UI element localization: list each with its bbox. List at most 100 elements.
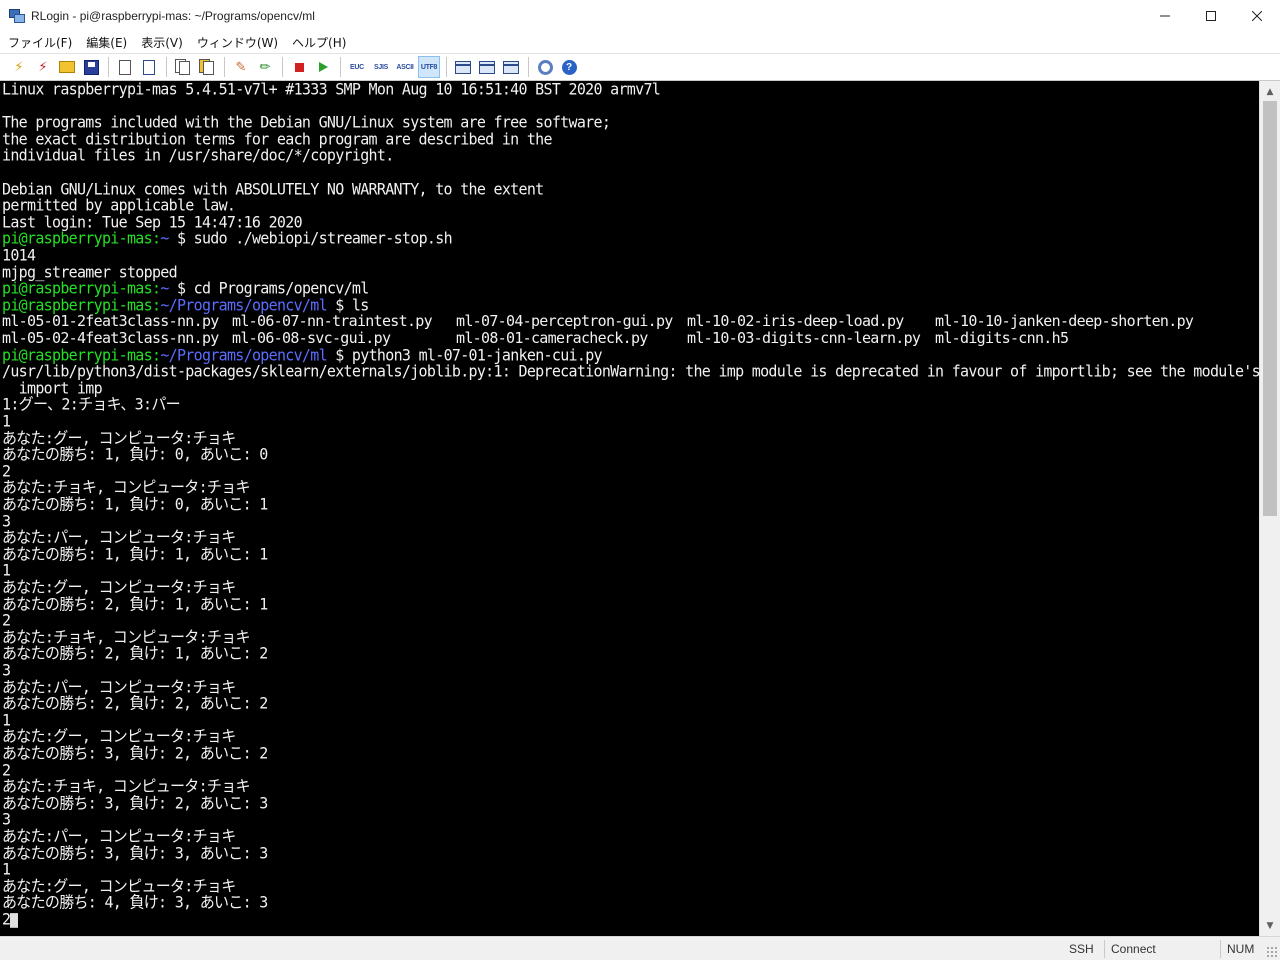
scroll-down-arrow-icon[interactable]: ▼ (1260, 917, 1280, 934)
new-button[interactable] (114, 56, 136, 78)
save-button[interactable] (80, 56, 102, 78)
toolbar: ⚡ ⚡ ✎ ✏ EUC SJIS ASCII UTF8 ? (0, 53, 1280, 81)
toolbar-separator (282, 57, 284, 77)
toolbar-separator (166, 57, 168, 77)
output-line: あなたの勝ち: 2, 負け: 2, あいこ: 2 (2, 695, 268, 713)
output-line: individual files in /usr/share/doc/*/cop… (2, 147, 394, 165)
output-line: あなたの勝ち: 2, 負け: 1, あいこ: 1 (2, 594, 268, 614)
menu-file[interactable]: ファイル(F) (3, 34, 77, 51)
line-text: あなたの勝ち: 3, 負け: 2, あいこ: 2 (2, 743, 268, 763)
edit-button[interactable]: ✏ (254, 56, 276, 78)
output-line: あなたの勝ち: 3, 負け: 2, あいこ: 3 (2, 793, 268, 813)
help-button[interactable]: ? (558, 56, 580, 78)
play-icon (318, 62, 328, 72)
minimize-button[interactable] (1142, 0, 1188, 32)
layout-button-3[interactable] (500, 56, 522, 78)
toolbar-separator (528, 57, 530, 77)
window-layout-icon (455, 60, 471, 74)
scroll-up-arrow-icon[interactable]: ▲ (1260, 83, 1280, 100)
layout-button-2[interactable] (476, 56, 498, 78)
window-tile-icon (503, 60, 519, 74)
toolbar-separator (108, 57, 110, 77)
menu-window[interactable]: ウィンドウ(W) (192, 34, 283, 51)
line-text: あなたの勝ち: 1, 負け: 0, あいこ: 1 (2, 494, 268, 514)
window-controls (1142, 0, 1280, 32)
status-connection: Connect (1104, 940, 1214, 958)
print-button[interactable] (138, 56, 160, 78)
ls-entry: ml-10-03-digits-cnn-learn.py (687, 329, 921, 347)
encoding-euc-button[interactable]: EUC (346, 56, 368, 78)
connect-button[interactable]: ⚡ (8, 56, 30, 78)
output-line: 1:グー、2:チョキ、3:パー (2, 395, 181, 415)
line-text: あなたの勝ち: 2, 負け: 2, あいこ: 2 (2, 694, 268, 714)
output-line: あなたの勝ち: 4, 負け: 3, あいこ: 3 (2, 894, 268, 912)
line-text: あなたの勝ち: 1, 負け: 0, あいこ: 0 (2, 445, 268, 465)
disconnect-button[interactable]: ⚡ (32, 56, 54, 78)
output-line: あなたの勝ち: 1, 負け: 0, あいこ: 1 (2, 494, 268, 514)
help-icon: ? (561, 59, 577, 75)
window-title: RLogin - pi@raspberrypi-mas: ~/Programs/… (31, 9, 315, 23)
line-text: あなたの勝ち: 2, 負け: 1, あいこ: 1 (2, 594, 268, 614)
menu-edit[interactable]: 編集(E) (81, 34, 132, 51)
stop-button[interactable] (288, 56, 310, 78)
encoding-sjis-label: SJIS (374, 63, 388, 71)
ls-entry: ml-10-10-janken-deep-shorten.py (935, 312, 1194, 331)
status-protocol: SSH (1069, 942, 1094, 956)
copy-button[interactable] (172, 56, 194, 78)
minimize-icon (1160, 15, 1170, 17)
output-line: あなたの勝ち: 3, 負け: 3, あいこ: 3 (2, 843, 268, 863)
close-button[interactable] (1234, 0, 1280, 32)
output-line: あなたの勝ち: 3, 負け: 2, あいこ: 2 (2, 743, 268, 763)
output-line: あなたの勝ち: 1, 負け: 1, あいこ: 1 (2, 544, 268, 564)
menu-help[interactable]: ヘルプ(H) (287, 34, 351, 51)
line-text: individual files in /usr/share/doc/*/cop… (2, 146, 394, 166)
menu-bar: ファイル(F) 編集(E) 表示(V) ウィンドウ(W) ヘルプ(H) (0, 32, 1280, 52)
disconnect-icon: ⚡ (38, 59, 48, 75)
scrollbar-thumb[interactable] (1263, 101, 1277, 516)
script-button[interactable]: ✎ (230, 56, 252, 78)
stop-icon (294, 62, 304, 72)
line-text: あなたの勝ち: 1, 負け: 1, あいこ: 1 (2, 544, 268, 564)
layout-button-1[interactable] (452, 56, 474, 78)
ls-entry: ml-06-08-svc-gui.py (232, 329, 391, 347)
line-text: 1:グー、2:チョキ、3:パー (2, 395, 181, 415)
terminal-screen[interactable]: Linux raspberrypi-mas 5.4.51-v7l+ #1333 … (0, 81, 1259, 936)
encoding-euc-label: EUC (350, 63, 364, 71)
rlogin-app-icon[interactable] (9, 8, 25, 24)
open-button[interactable] (56, 56, 78, 78)
prompt-path: ~ (160, 229, 169, 249)
play-button[interactable] (312, 56, 334, 78)
print-icon (143, 59, 155, 75)
ls-entry: ml-05-02-4feat3class-nn.py (2, 329, 219, 347)
line-text: あなたの勝ち: 3, 負け: 3, あいこ: 3 (2, 843, 268, 863)
line-text: あなたの勝ち: 3, 負け: 2, あいこ: 3 (2, 793, 268, 813)
prompt-line: pi@raspberrypi-mas:~ $ sudo ./webiopi/st… (2, 229, 453, 249)
gear-icon (537, 59, 553, 75)
ls-entry: ml-06-07-nn-traintest.py (232, 312, 433, 331)
copy-icon (175, 59, 191, 75)
settings-button[interactable] (534, 56, 556, 78)
line-text: 2 (2, 909, 11, 929)
line-text: Linux raspberrypi-mas 5.4.51-v7l+ #1333 … (2, 81, 661, 99)
toolbar-separator (340, 57, 342, 77)
vertical-scrollbar[interactable]: ▲ ▼ (1259, 81, 1280, 936)
folder-icon (59, 61, 75, 73)
ls-entry: ml-05-01-2feat3class-nn.py (2, 312, 219, 331)
maximize-button[interactable] (1188, 0, 1234, 32)
output-line: /usr/lib/python3/dist-packages/sklearn/e… (2, 363, 1259, 381)
ls-entry: ml-08-01-cameracheck.py (456, 329, 648, 347)
save-icon (83, 59, 99, 75)
ls-entry: ml-10-02-iris-deep-load.py (687, 312, 904, 331)
encoding-utf8-label: UTF8 (420, 63, 438, 71)
paste-icon (199, 59, 215, 75)
menu-view[interactable]: 表示(V) (136, 34, 188, 51)
encoding-ascii-button[interactable]: ASCII (394, 56, 416, 78)
paste-button[interactable] (196, 56, 218, 78)
close-icon (1252, 11, 1262, 21)
toolbar-separator (224, 57, 226, 77)
resize-grip-icon[interactable] (1266, 946, 1278, 958)
encoding-sjis-button[interactable]: SJIS (370, 56, 392, 78)
encoding-utf8-button[interactable]: UTF8 (418, 56, 440, 78)
terminal-cursor (10, 912, 19, 928)
output-line: あなたの勝ち: 2, 負け: 1, あいこ: 2 (2, 645, 268, 663)
